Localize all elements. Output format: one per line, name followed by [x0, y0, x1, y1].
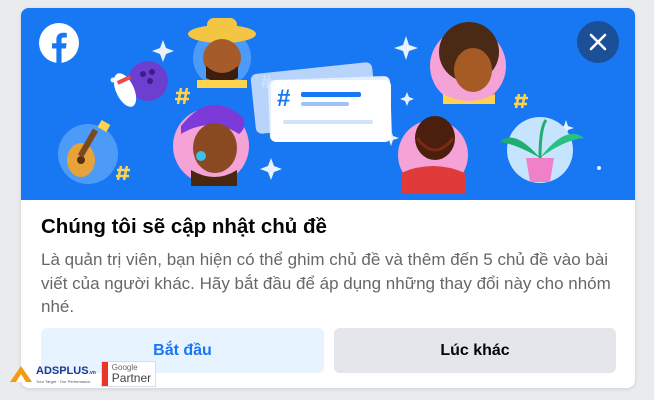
adsplus-suffix: .vn [88, 369, 96, 376]
adsplus-brand: ADSPLUS.vn Your Target · Our Performance [36, 365, 96, 384]
adsplus-name: ADSPLUS [36, 364, 89, 377]
facebook-logo-icon [39, 23, 79, 63]
close-button[interactable] [577, 21, 619, 63]
svg-text:#: # [277, 85, 290, 112]
partner-label: Partner [111, 371, 152, 385]
adsplus-tagline: Your Target · Our Performance [36, 378, 91, 384]
dialog-title: Chúng tôi sẽ cập nhật chủ đề [41, 215, 327, 238]
illustration-banner: # # [21, 8, 635, 200]
hashtag-card-illustration: # # [250, 62, 392, 142]
close-icon [589, 33, 607, 51]
topics-update-dialog: # # Chúng tôi sẽ cập nhật chủ đề Là quản… [21, 8, 635, 388]
adsplus-watermark: ADSPLUS.vn Your Target · Our Performance… [8, 360, 157, 388]
adsplus-logo-icon [10, 366, 32, 382]
google-partner-badge: Google Partner [100, 361, 157, 387]
later-button[interactable]: Lúc khác [334, 328, 616, 373]
banner-illustration: # # [21, 8, 635, 200]
dialog-description: Là quản trị viên, bạn hiện có thể ghim c… [41, 250, 611, 316]
page: # # Chúng tôi sẽ cập nhật chủ đề Là quản… [0, 0, 654, 400]
svg-text:#: # [261, 72, 271, 92]
